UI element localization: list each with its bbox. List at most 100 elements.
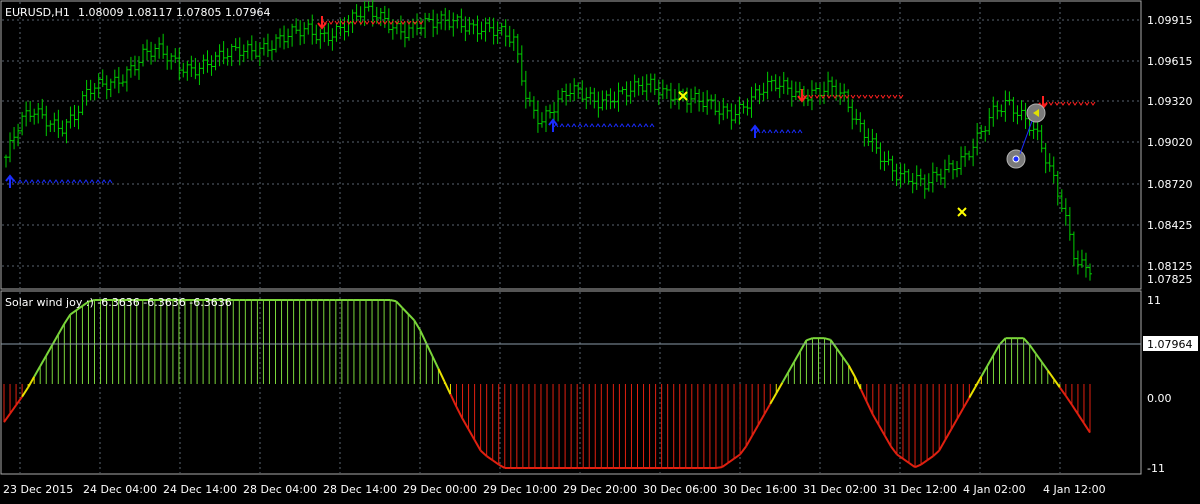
buy-level-tick <box>643 123 649 128</box>
oscillator-line <box>9 404 17 415</box>
oscillator-line <box>739 445 747 456</box>
oscillator-line <box>437 368 446 382</box>
oscillator-line <box>492 459 500 466</box>
chart-canvas[interactable]: EURUSD,H1 1.08009 1.08117 1.07805 1.0796… <box>0 0 1200 500</box>
oscillator-line <box>431 355 440 370</box>
oscillator-line <box>751 424 760 437</box>
buy-level-tick <box>761 129 767 134</box>
oscillator-line <box>1046 369 1055 380</box>
sell-level-tick <box>400 20 406 25</box>
oscillator-line <box>389 299 397 303</box>
oscillator-line <box>486 455 494 462</box>
buy-level-tick <box>631 123 637 128</box>
sell-level-tick <box>886 94 892 99</box>
oscillator-line <box>727 457 735 464</box>
indicator-axis: 11 0.00 -11 <box>1147 294 1172 475</box>
price-tick: 1.08720 <box>1147 178 1193 191</box>
oscillator-line <box>835 347 844 358</box>
oscillator-line <box>853 375 862 390</box>
oscillator-line <box>1077 413 1085 424</box>
oscillator-histogram <box>3 299 1091 469</box>
price-tick: 1.09320 <box>1147 95 1193 108</box>
buy-level-tick <box>95 179 101 184</box>
sell-level-tick <box>862 94 868 99</box>
buy-level-tick <box>23 179 29 184</box>
oscillator-line <box>33 365 42 378</box>
oscillator-line <box>824 337 831 341</box>
oscillator-line <box>890 445 898 456</box>
oscillator-line <box>793 350 802 363</box>
price-bars[interactable] <box>4 0 1092 281</box>
sell-level-tick <box>850 94 856 99</box>
oscillator-line <box>715 466 723 469</box>
buy-level-tick <box>65 179 71 184</box>
oscillator-line <box>799 339 808 352</box>
oscillator-line <box>395 300 403 309</box>
buy-level-tick <box>101 179 107 184</box>
oscillator-line <box>51 333 60 346</box>
indicator-tick: -11 <box>1147 462 1165 475</box>
oscillator-line <box>1065 395 1073 406</box>
ohlc-readout: 1.08009 1.08117 1.07805 1.07964 <box>78 6 270 19</box>
oscillator-line <box>974 375 983 388</box>
sell-level-tick <box>880 94 886 99</box>
buy-level-tick <box>613 123 619 128</box>
buy-level-tick <box>77 179 83 184</box>
buy-level-tick <box>619 123 625 128</box>
oscillator-line <box>27 376 36 388</box>
oscillator-line <box>914 463 922 469</box>
oscillator-line <box>847 364 856 377</box>
sell-level-tick <box>838 94 844 99</box>
price-tick: 1.08425 <box>1147 219 1193 232</box>
buy-level-tick <box>589 123 595 128</box>
buy-level-tick <box>773 129 779 134</box>
oscillator-line <box>745 435 754 447</box>
oscillator-line <box>15 396 23 406</box>
price-tick: 1.09915 <box>1147 14 1193 27</box>
sell-level-tick <box>892 94 898 99</box>
oscillator-line <box>986 354 995 367</box>
sell-level-tick <box>1090 101 1096 106</box>
time-label: 30 Dec 06:00 <box>643 483 717 496</box>
current-price-label: 1.07964 <box>1147 338 1193 351</box>
time-label: 24 Dec 14:00 <box>163 483 237 496</box>
sell-level-tick <box>1084 101 1090 106</box>
buy-level-tick <box>565 123 571 128</box>
buy-level-tick <box>649 123 655 128</box>
oscillator-line <box>950 418 959 430</box>
oscillator-line <box>455 406 464 420</box>
oscillator-line <box>992 344 1001 356</box>
time-axis[interactable]: 23 Dec 2015 24 Dec 04:00 24 Dec 14:00 28… <box>3 483 1106 496</box>
oscillator-line <box>944 428 953 441</box>
buy-level-tick <box>637 123 643 128</box>
oscillator-line <box>3 413 11 423</box>
buy-level-tick <box>89 179 95 184</box>
oscillator-line <box>926 455 934 462</box>
buy-level-tick <box>83 179 89 184</box>
time-label: 4 Jan 12:00 <box>1043 483 1106 496</box>
buy-level-tick <box>35 179 41 184</box>
oscillator-line <box>787 361 796 373</box>
time-label: 31 Dec 02:00 <box>803 483 877 496</box>
buy-arrow-icon <box>750 124 760 138</box>
buy-level-tick <box>797 129 803 134</box>
indicator-tick: 11 <box>1147 294 1161 307</box>
oscillator-line <box>1071 404 1079 415</box>
oscillator-line <box>775 382 784 394</box>
oscillator-line <box>938 439 947 452</box>
oscillator-line <box>871 414 880 426</box>
oscillator-line <box>401 306 409 315</box>
sell-level-tick <box>364 20 370 25</box>
sell-level-tick <box>874 94 880 99</box>
oscillator-line <box>968 386 977 399</box>
sell-arrow-icon <box>317 16 327 30</box>
oscillator-line <box>1059 386 1067 397</box>
sell-level-tick <box>1060 101 1066 106</box>
price-tick: 1.08125 <box>1147 260 1193 273</box>
trading-chart-window[interactable]: EURUSD,H1 1.08009 1.08117 1.07805 1.0796… <box>0 0 1200 500</box>
sell-level-tick <box>1066 101 1072 106</box>
sell-level-tick <box>1048 101 1054 106</box>
buy-level-tick <box>595 123 601 128</box>
oscillator-line <box>769 392 778 405</box>
buy-level-tick <box>41 179 47 184</box>
